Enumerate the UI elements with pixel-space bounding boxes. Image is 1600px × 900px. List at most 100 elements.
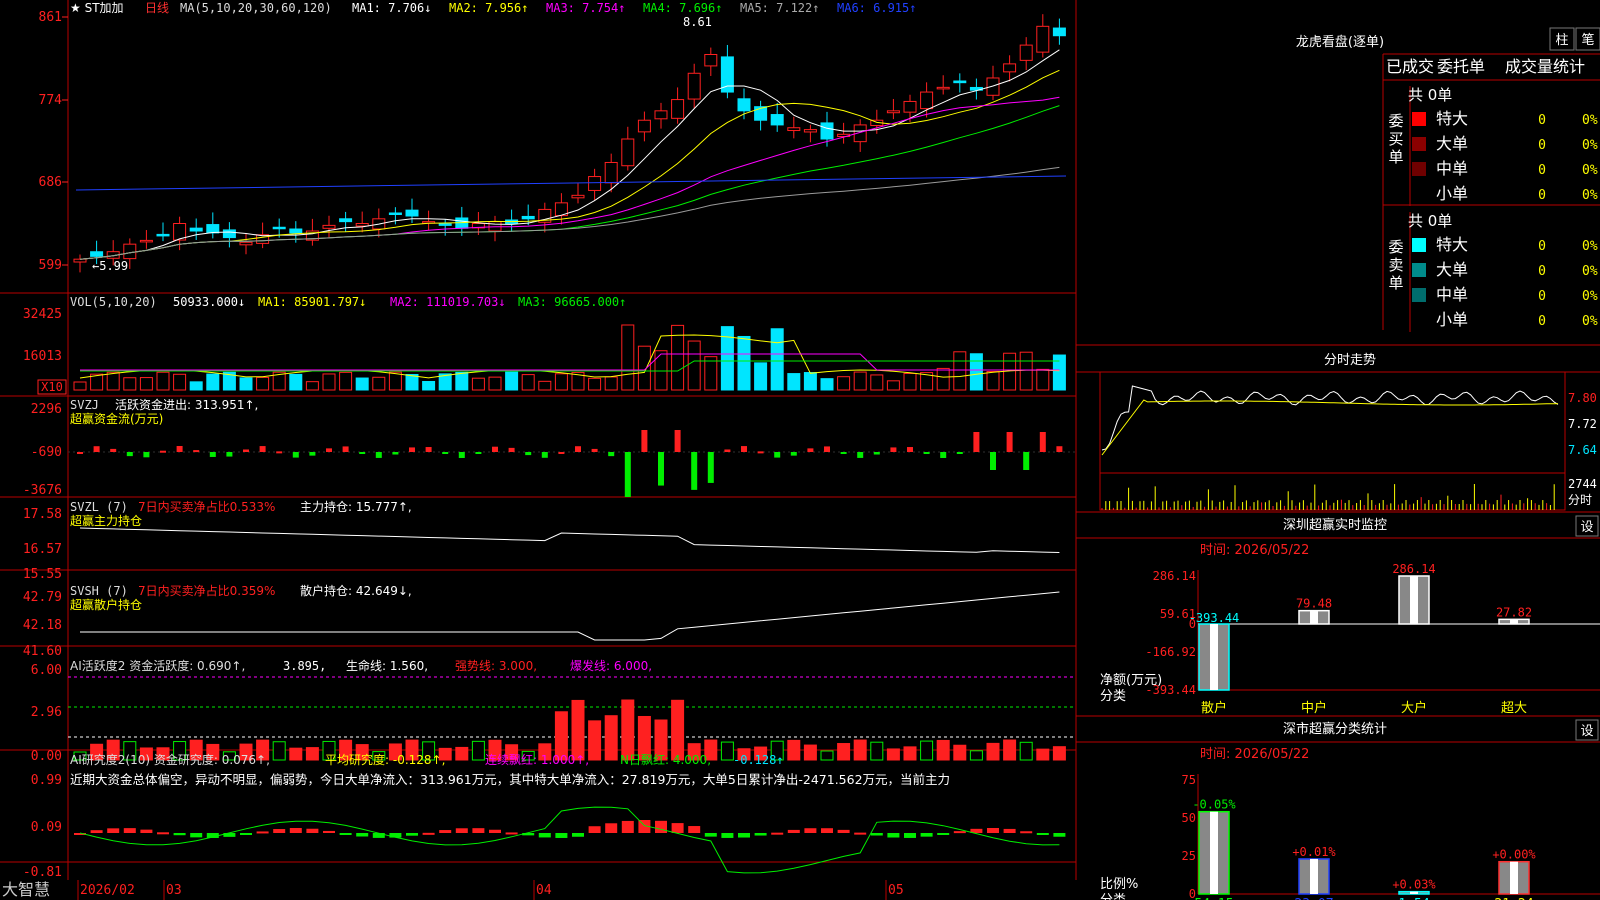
research-bar: [289, 828, 302, 833]
vol-tick: 16013: [23, 349, 62, 364]
candle: [604, 161, 618, 184]
szmon-title: 深圳超赢实时监控: [1283, 517, 1387, 533]
bar-highlight: [1410, 891, 1418, 894]
volume-bar: [106, 371, 120, 391]
research-bar: [671, 823, 684, 833]
activity-bar: [1019, 741, 1033, 761]
candle: [803, 129, 817, 133]
research-bar: [854, 832, 867, 835]
vol-tick: 32425: [23, 307, 62, 322]
szmon-bar-2: [1398, 575, 1430, 625]
sell-row-pct: 0%: [1582, 264, 1598, 279]
sell-row-pct: 0%: [1582, 289, 1598, 304]
szmon-bar-3: [1498, 618, 1530, 625]
ai2-tick: 0.99: [31, 773, 62, 788]
candle: [770, 114, 784, 126]
longhu-tab[interactable]: 委托单: [1437, 57, 1485, 76]
sell-row-name: 中单: [1436, 285, 1468, 304]
research-bar: [688, 826, 701, 833]
research-bar: [588, 826, 601, 833]
szmon-ylabel: 净额(万元): [1100, 673, 1162, 688]
candle: [1003, 63, 1017, 73]
szstat-ylabel: 比例%: [1100, 877, 1138, 892]
svsh-tick: 42.79: [23, 590, 62, 605]
svzl-ratio: 7日内买卖净占比0.533%: [138, 499, 275, 514]
fund-flow-bar: [790, 452, 797, 456]
intraday-tick: 7.72: [1568, 417, 1597, 431]
fund-flow-bar: [890, 447, 897, 452]
szmon-bar-0: [1198, 623, 1230, 691]
szstat-settings-label: 设: [1580, 724, 1593, 739]
activity-bar: [853, 739, 867, 761]
svsh-ratio: 7日内买卖净占比0.359%: [138, 583, 275, 598]
ai2-commentary: 近期大资金总体偏空，异动不明显，偏弱势，今日大单净流入：313.961万元，其中…: [70, 772, 950, 787]
vol-ma3-label: MA3: 96665.000↑: [518, 295, 626, 309]
fund-flow-bar: [591, 448, 598, 452]
candle: [239, 241, 253, 246]
research-bar: [621, 820, 634, 833]
ai1-v2: 3.895,: [283, 659, 326, 673]
candle: [820, 122, 834, 140]
column-view-label: 柱: [1555, 33, 1568, 48]
longhu-tab[interactable]: 成交量统计: [1505, 57, 1585, 76]
fund-flow-bar: [492, 446, 498, 452]
sell-total: 共 0单: [1408, 212, 1452, 230]
volume-bar: [488, 376, 502, 391]
fund-flow-bar: [641, 430, 648, 452]
volume-bar: [239, 377, 253, 391]
sell-row-count: 0: [1538, 264, 1546, 279]
ai2-lian: 连续飘红: 1.000↑,: [485, 752, 589, 767]
candle: [322, 224, 336, 229]
activity-bar: [837, 743, 851, 761]
volume-bar: [256, 376, 270, 391]
fund-flow-bar: [757, 451, 764, 454]
fund-flow-bar: [1039, 432, 1046, 452]
research-bar: [90, 830, 103, 833]
szstat-bar-0: [1198, 810, 1230, 895]
activity-bar: [1003, 739, 1017, 761]
szmon-data-label: 79.48: [1296, 597, 1332, 611]
ai1-tick: 2.96: [31, 705, 62, 720]
longhu-tab[interactable]: 已成交: [1386, 57, 1434, 76]
fund-flow-bar: [309, 452, 316, 456]
activity-bar: [471, 740, 485, 761]
intraday-vol-value: 2744: [1568, 477, 1597, 491]
fund-flow-bar: [1056, 446, 1063, 452]
date-label: 04: [536, 883, 552, 898]
fund-flow-bar: [409, 447, 415, 452]
research-bar: [953, 831, 966, 834]
period-label[interactable]: 日线: [145, 1, 169, 15]
volume-bar: [322, 373, 336, 391]
sell-row-swatch: [1412, 263, 1426, 277]
activity-bar: [969, 750, 983, 761]
szmon-bar-1: [1298, 609, 1330, 625]
sell-row-count: 0: [1538, 289, 1546, 304]
research-bar: [190, 833, 203, 838]
bar-highlight: [1510, 861, 1518, 894]
research-bar: [157, 832, 169, 835]
candle: [920, 91, 934, 110]
activity-bar: [886, 748, 900, 761]
buy-row-name: 中单: [1436, 159, 1468, 178]
volume-bars: [73, 324, 1066, 391]
research-bar: [704, 833, 717, 837]
volume-bar: [853, 371, 867, 391]
szstat-bar-1: [1298, 858, 1330, 895]
ai1-strong: 强势线: 3.000,: [455, 659, 537, 673]
activity-bar: [870, 741, 884, 761]
stock-name[interactable]: ★ ST加加: [70, 1, 124, 15]
volume-bar: [289, 373, 303, 391]
activity-bar: [1052, 746, 1066, 761]
fund-flow-bar: [741, 446, 747, 452]
fund-flow-bar: [658, 452, 664, 486]
fund-flow-bar: [193, 450, 200, 453]
research-bar: [787, 829, 800, 833]
price-tick: 599: [39, 258, 62, 273]
fund-flow-bar: [326, 448, 332, 452]
candle: [206, 224, 220, 234]
activity-bar: [820, 750, 834, 761]
svzl-tick: 15.55: [23, 567, 62, 582]
activity-bar: [986, 742, 1000, 761]
szstat-change-label: +0.00%: [1492, 848, 1536, 862]
volume-bar: [505, 371, 519, 391]
